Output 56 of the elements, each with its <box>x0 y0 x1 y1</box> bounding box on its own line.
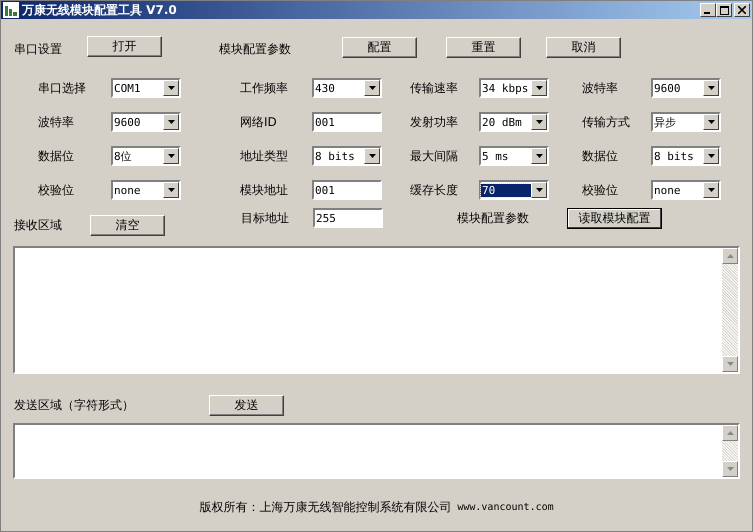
config-action-button[interactable]: 配置 <box>342 36 417 58</box>
close-button[interactable] <box>734 3 750 17</box>
receive-area-label: 接收区域 <box>14 217 63 234</box>
field-label: 最大间隔 <box>410 148 459 164</box>
dropdown-field[interactable]: 9600 <box>111 112 181 132</box>
text-field[interactable]: 255 <box>313 208 383 228</box>
field-label: 地址类型 <box>240 148 289 164</box>
minimize-button[interactable] <box>700 3 716 17</box>
field-label: 工作频率 <box>240 80 289 96</box>
copyright-text: 版权所有：上海万康无线智能控制系统有限公司 <box>199 499 452 516</box>
dropdown-field[interactable]: none <box>651 180 721 200</box>
dropdown-field[interactable]: 70 <box>479 180 549 200</box>
field-label: 网络ID <box>240 114 278 130</box>
dropdown-field[interactable]: 9600 <box>651 78 721 98</box>
field-label: 波特率 <box>582 80 619 96</box>
field-label: 串口选择 <box>38 80 87 96</box>
send-button[interactable]: 发送 <box>209 394 284 416</box>
app-icon <box>3 2 19 18</box>
close-icon[interactable] <box>738 6 746 14</box>
window-title: 万康无线模块配置工具 V7.0 <box>22 2 177 18</box>
field-label: 波特率 <box>38 114 75 130</box>
serial-settings-label: 串口设置 <box>14 40 63 58</box>
website-text: www.vancount.com <box>457 502 554 513</box>
dropdown-field[interactable]: 5 ms <box>479 146 549 166</box>
field-label: 校验位 <box>38 182 75 198</box>
read-config-button[interactable]: 读取模块配置 <box>567 208 662 228</box>
config-action-button[interactable]: 重置 <box>446 36 521 58</box>
module-config-label: 模块配置参数 <box>457 210 530 226</box>
config-action-button[interactable]: 取消 <box>546 36 621 58</box>
dropdown-field[interactable]: COM1 <box>111 78 181 98</box>
text-field[interactable]: 001 <box>312 112 382 132</box>
module-config-label: 模块配置参数 <box>219 40 292 58</box>
field-label: 模块地址 <box>240 182 289 198</box>
clear-button[interactable]: 清空 <box>90 214 165 236</box>
send-text-area[interactable] <box>13 423 740 479</box>
field-label: 目标地址 <box>241 210 290 226</box>
field-label: 数据位 <box>582 148 619 164</box>
field-label: 校验位 <box>582 182 619 198</box>
field-label: 传输速率 <box>410 80 459 96</box>
dropdown-field[interactable]: 20 dBm <box>479 112 549 132</box>
field-label: 发射功率 <box>410 114 459 130</box>
dropdown-field[interactable]: 34 kbps <box>479 78 549 98</box>
dropdown-field[interactable]: none <box>111 180 181 200</box>
field-label: 传输方式 <box>582 114 631 130</box>
send-area-label: 发送区域（字符形式） <box>14 396 135 414</box>
dropdown-field[interactable]: 异步 <box>651 112 721 132</box>
maximize-icon[interactable] <box>720 6 728 14</box>
open-button[interactable]: 打开 <box>87 36 162 56</box>
dropdown-field[interactable]: 8 bits <box>312 146 382 166</box>
field-label: 数据位 <box>38 148 75 164</box>
dropdown-field[interactable]: 8 bits <box>651 146 721 166</box>
text-field[interactable]: 001 <box>312 180 382 200</box>
dropdown-field[interactable]: 8位 <box>111 146 181 166</box>
maximize-button[interactable] <box>716 3 732 17</box>
field-label: 缓存长度 <box>410 182 459 198</box>
dropdown-field[interactable]: 430 <box>312 78 382 98</box>
